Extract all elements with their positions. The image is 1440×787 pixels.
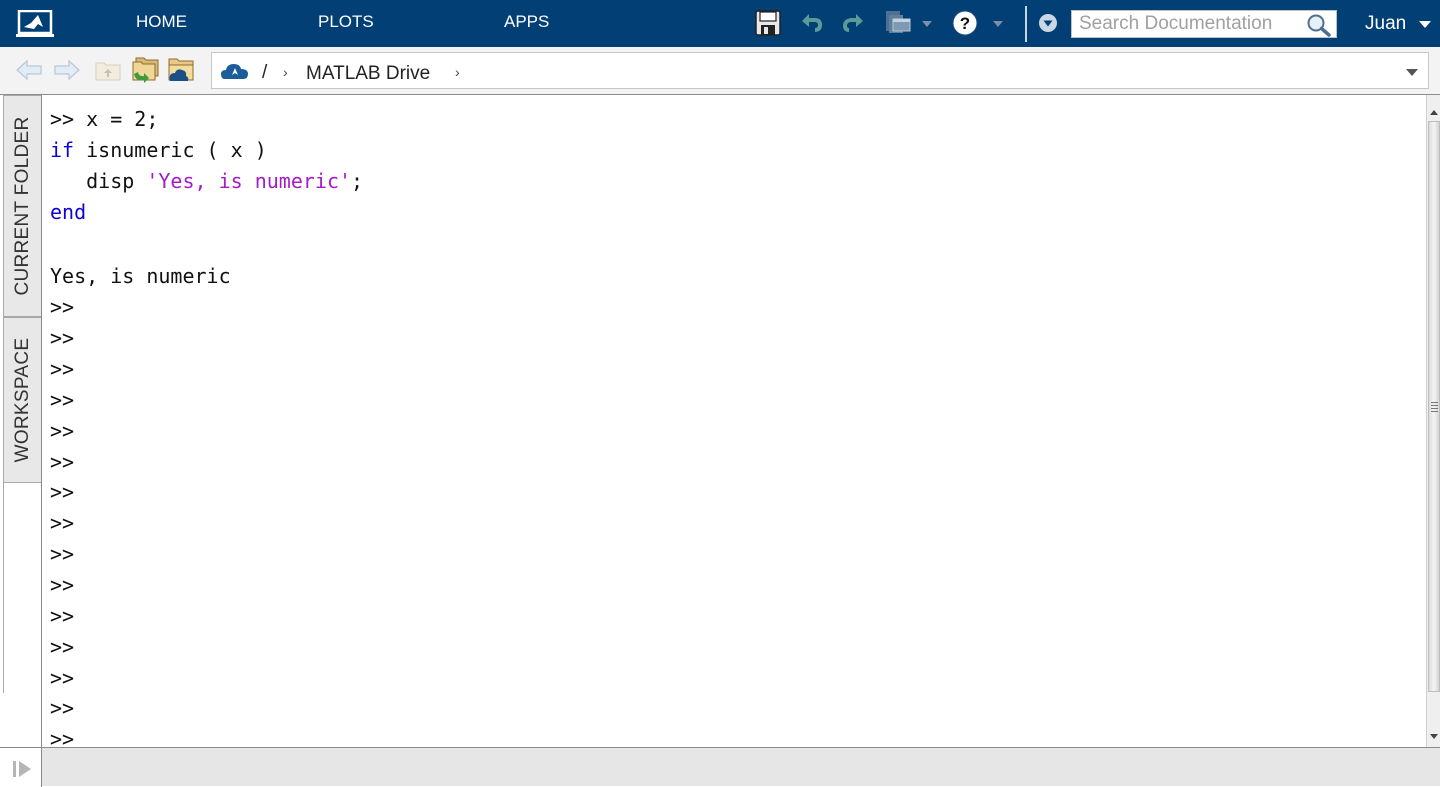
undo-button[interactable] [798,9,826,37]
collapsed-panels-sidebar: CURRENT FOLDER WORKSPACE [0,95,42,747]
code: x = 2; [86,107,159,131]
forward-arrow-icon [54,59,80,81]
toolbar-separator [1025,6,1027,42]
address-bar: / › MATLAB Drive › [0,47,1440,95]
tab-plots[interactable]: PLOTS [318,12,374,32]
matlab-drive-cloud-icon[interactable] [221,62,249,85]
string-literal: 'Yes, is numeric' [146,169,352,193]
help-icon: ? [952,10,978,36]
sidebar-divider [3,483,4,693]
cloud-folder-icon [168,58,194,81]
redo-icon [843,14,863,32]
search-scope-button[interactable] [1034,9,1062,37]
save-button[interactable] [754,9,782,37]
command-line: >> x = 2; [50,107,158,131]
switch-windows-icon [886,11,911,33]
prompt[interactable]: >> [50,666,74,690]
command-line: end [50,200,86,224]
path-separator-icon[interactable]: › [455,64,460,80]
status-bar-left [0,748,42,787]
tab-apps[interactable]: APPS [504,12,549,32]
code: isnumeric ( x ) [74,138,267,162]
search-scope-icon [1039,14,1057,32]
undo-icon [802,14,822,32]
user-menu[interactable]: Juan [1365,13,1406,35]
switch-windows-dropdown-icon[interactable] [922,21,932,27]
save-icon [755,10,781,36]
scroll-down-button[interactable] [1427,727,1440,745]
prompt[interactable]: >> [50,511,74,535]
switch-windows-button[interactable] [884,9,912,37]
scroll-up-button[interactable] [1427,103,1440,121]
command-line: if isnumeric ( x ) [50,138,267,162]
back-button[interactable] [14,56,44,84]
prompt[interactable]: >> [50,604,74,628]
up-folder-button[interactable] [93,56,123,84]
prompt[interactable]: >> [50,480,74,504]
prompt[interactable]: >> [50,357,74,381]
redo-button[interactable] [839,9,867,37]
browse-folder-button[interactable] [130,56,160,84]
prompt: >> [50,107,87,131]
tab-home[interactable]: HOME [136,12,187,32]
current-folder-path[interactable]: / › MATLAB Drive › [211,52,1429,89]
search-documentation-field[interactable] [1071,10,1337,38]
forward-button[interactable] [52,56,82,84]
command-line: disp 'Yes, is numeric'; [50,169,363,193]
search-documentation-input[interactable] [1072,11,1302,37]
prompt[interactable]: >> [50,388,74,412]
command-output: Yes, is numeric [50,264,231,288]
scroll-up-icon [1429,109,1438,115]
matlab-drive-folder-button[interactable] [166,56,196,84]
search-icon[interactable] [1306,13,1332,42]
status-bar [0,747,1440,787]
side-tab-workspace-label: WORKSPACE [11,337,33,463]
prompt[interactable]: >> [50,727,74,747]
code: ; [351,169,364,193]
prompt[interactable]: >> [50,542,74,566]
command-window[interactable]: >> x = 2; if isnumeric ( x ) disp 'Yes, … [42,95,1426,747]
path-matlab-drive[interactable]: MATLAB Drive [306,63,430,85]
keyword: if [50,138,75,162]
browse-folder-icon [132,57,159,83]
keyword: end [50,200,87,224]
scrollbar-grip-icon [1431,402,1438,412]
back-arrow-icon [16,59,42,81]
prompt[interactable]: >> [50,450,74,474]
prompt[interactable]: >> [50,326,74,350]
prompt[interactable]: >> [50,635,74,659]
code: disp [50,169,147,193]
side-tab-workspace[interactable]: WORKSPACE [3,317,41,483]
vertical-scrollbar[interactable] [1426,95,1440,747]
prompt[interactable]: >> [50,295,74,319]
side-tab-current-folder[interactable]: CURRENT FOLDER [3,95,41,317]
up-folder-icon [95,62,121,81]
side-tab-current-folder-label: CURRENT FOLDER [11,116,33,296]
help-button[interactable]: ? [951,9,979,37]
prompt[interactable]: >> [50,419,74,443]
user-menu-dropdown-icon[interactable] [1419,21,1431,28]
path-root[interactable]: / [262,62,267,84]
scrollbar-thumb[interactable] [1428,121,1440,692]
toolstrip: HOME PLOTS APPS ? Search Documentation J… [0,0,1440,47]
path-history-dropdown-icon[interactable] [1406,69,1418,76]
scroll-down-icon [1429,733,1438,739]
prompt[interactable]: >> [50,573,74,597]
matlab-online-logo-icon[interactable] [16,9,54,38]
expand-panel-icon[interactable] [13,760,33,783]
path-separator-icon[interactable]: › [283,64,288,80]
help-dropdown-icon[interactable] [993,21,1003,27]
svg-text:?: ? [960,14,970,33]
prompt[interactable]: >> [50,696,74,720]
